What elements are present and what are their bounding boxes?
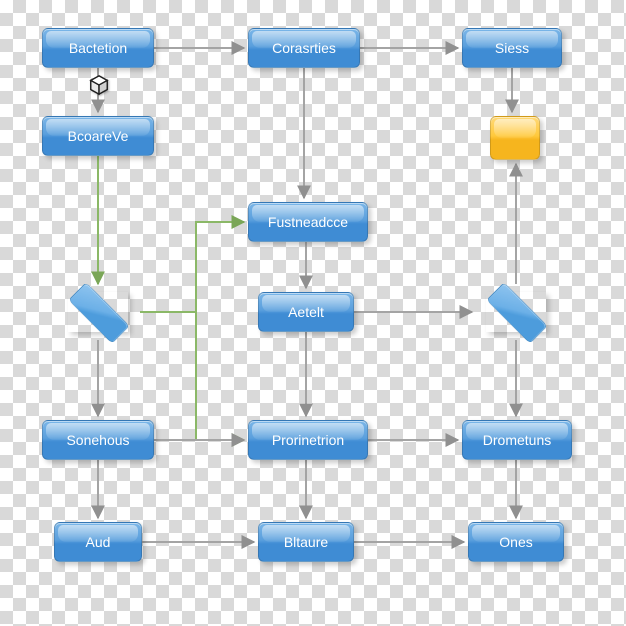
node-label: Corasrties [272, 40, 336, 56]
flowchart-canvas: Bactetion Corasrties Siess BcoareVe Fust… [0, 0, 626, 626]
node-label: Aud [86, 534, 111, 550]
decision-right[interactable] [486, 292, 546, 332]
node-aud[interactable]: Aud [54, 522, 142, 562]
node-corasrties[interactable]: Corasrties [248, 28, 360, 68]
node-label: Sonehous [66, 432, 129, 448]
node-ones[interactable]: Ones [468, 522, 564, 562]
cube-icon [88, 74, 110, 102]
node-label: Drometuns [483, 432, 551, 448]
node-label: BcoareVe [68, 128, 129, 144]
node-bcoareve[interactable]: BcoareVe [42, 116, 154, 156]
connector [140, 222, 244, 312]
node-label: Prorinetrion [272, 432, 344, 448]
node-label: Aetelt [288, 304, 324, 320]
node-prorinetrion[interactable]: Prorinetrion [248, 420, 368, 460]
node-label: Fustneadcce [268, 214, 348, 230]
node-label: Ones [499, 534, 532, 550]
node-label: Bltaure [284, 534, 328, 550]
decision-left[interactable] [68, 292, 128, 332]
node-bltaure[interactable]: Bltaure [258, 522, 354, 562]
node-drometuns[interactable]: Drometuns [462, 420, 572, 460]
connector [196, 222, 244, 440]
node-aetelt[interactable]: Aetelt [258, 292, 354, 332]
node-label: Siess [495, 40, 529, 56]
node-fustneadcce[interactable]: Fustneadcce [248, 202, 368, 242]
node-siess[interactable]: Siess [462, 28, 562, 68]
node-amber[interactable] [490, 116, 540, 160]
node-sonehous[interactable]: Sonehous [42, 420, 154, 460]
node-bactetion[interactable]: Bactetion [42, 28, 154, 68]
node-label: Bactetion [69, 40, 127, 56]
